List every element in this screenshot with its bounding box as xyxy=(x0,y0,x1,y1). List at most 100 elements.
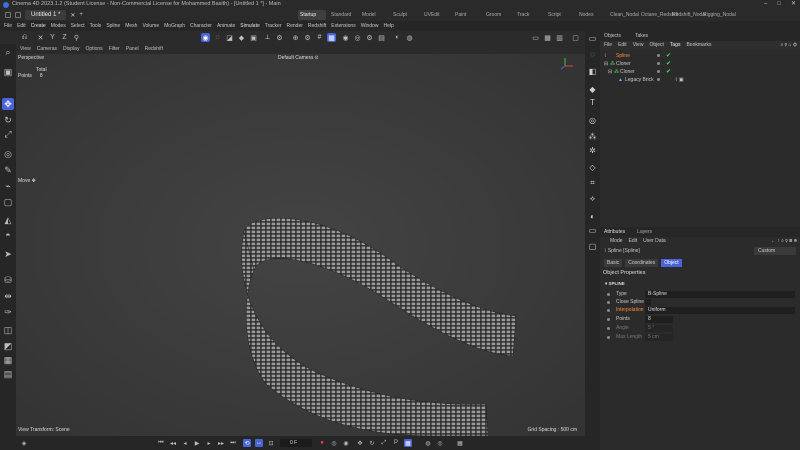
tab-takes[interactable]: Takes xyxy=(635,31,648,41)
layout-octane-redshift[interactable]: Octane_Redshift xyxy=(639,10,678,20)
menu-render[interactable]: Render xyxy=(287,21,307,31)
viewport-menu-display[interactable]: Display xyxy=(63,44,85,54)
x-axis-icon[interactable]: ✕ xyxy=(36,33,45,42)
motion-icon-3[interactable]: ▦ xyxy=(456,439,464,447)
menu-edit[interactable]: Edit xyxy=(17,21,30,31)
snap-icon[interactable]: ⊕ xyxy=(291,33,300,42)
layout-rigging-nodal[interactable]: Rigging_Nodal xyxy=(701,10,736,20)
prop-close-spline[interactable]: Close Spline xyxy=(600,298,800,306)
menu-animate[interactable]: Animate xyxy=(217,21,239,31)
motion-icon-2[interactable]: ◎ xyxy=(436,439,444,447)
objects-menu-tags[interactable]: Tags xyxy=(670,41,687,50)
redshift-render-icon[interactable]: ▤ xyxy=(377,33,386,42)
layout-icon-2[interactable]: ▦ xyxy=(543,33,552,42)
search-icon[interactable]: ⌕ xyxy=(2,46,14,58)
record-icon[interactable]: ● xyxy=(318,439,326,447)
menu-character[interactable]: Character xyxy=(190,21,216,31)
close-tab-icon[interactable]: ✕ xyxy=(70,12,75,19)
menu-simulate[interactable]: Simulate xyxy=(240,21,263,31)
cylinder-icon[interactable]: ⛁ xyxy=(2,274,14,286)
snap-settings-icon[interactable]: ⚙ xyxy=(303,33,312,42)
play-icon[interactable]: ▶ xyxy=(193,439,201,447)
live-selection-icon[interactable]: ◎ xyxy=(2,148,14,160)
layout-track[interactable]: Track xyxy=(515,10,543,20)
goto-start-icon[interactable]: ⏮ xyxy=(157,439,165,447)
viewport[interactable]: Perspective Default Camera ⊙ Total Point… xyxy=(16,54,585,436)
menu-extensions[interactable]: Extensions xyxy=(331,21,359,31)
menu-modes[interactable]: Modes xyxy=(51,21,70,31)
menu-select[interactable]: Select xyxy=(71,21,89,31)
subtab-object[interactable]: Object xyxy=(661,259,682,267)
mode-select[interactable]: Custom xyxy=(754,247,796,255)
objects-menu-view[interactable]: View xyxy=(633,41,650,50)
prev-frame-icon[interactable]: ◂ xyxy=(181,439,189,447)
layout-uvedit[interactable]: UVEdit xyxy=(422,10,450,20)
render-view-icon[interactable]: ◉ xyxy=(341,33,350,42)
menu-tracker[interactable]: Tracker xyxy=(265,21,286,31)
tracer-icon[interactable]: ⟡ xyxy=(587,193,598,204)
uv-mode-icon[interactable]: ▣ xyxy=(249,33,258,42)
layout-icon-3[interactable]: ▥ xyxy=(555,33,564,42)
rotate-tool-icon[interactable]: ↻ xyxy=(2,114,14,126)
quantize-icon[interactable]: ▦ xyxy=(327,33,336,42)
grid-icon[interactable]: ▦ xyxy=(2,354,14,366)
prop-type[interactable]: Type B-Spline xyxy=(600,290,800,298)
text-spline-icon[interactable]: T xyxy=(587,97,598,108)
tab-attributes[interactable]: Attributes xyxy=(604,227,625,237)
render-picture-icon[interactable]: ◎ xyxy=(353,33,362,42)
subtab-coordinates[interactable]: Coordinates xyxy=(625,259,659,267)
light-icon[interactable]: ▢ xyxy=(587,241,598,252)
render-region-icon[interactable]: ▣ xyxy=(2,66,14,78)
tab-document[interactable]: Untitled 1 * xyxy=(25,10,67,20)
layout-startup[interactable]: Startup xyxy=(298,10,326,20)
tab-layers[interactable]: Layers xyxy=(637,227,652,237)
magnet-icon[interactable]: ◓ xyxy=(2,229,14,241)
range-icon[interactable]: ↔ xyxy=(255,439,263,447)
null-object-icon[interactable]: ◌ xyxy=(587,49,598,60)
objects-search-icon[interactable]: ⌕ ⚲ ⌂ ⚙ xyxy=(780,41,800,50)
prop-points[interactable]: Points 8 xyxy=(600,315,800,323)
next-key-icon[interactable]: ▸▸ xyxy=(217,439,225,447)
viewport-menu-options[interactable]: Options xyxy=(85,44,108,54)
goto-end-icon[interactable]: ⏭ xyxy=(229,439,237,447)
menu-volume[interactable]: Volume xyxy=(142,21,163,31)
tab-objects[interactable]: Objects xyxy=(604,31,621,41)
document-icon[interactable] xyxy=(15,12,21,18)
layout-clean-nodal[interactable]: Clean_Nodal xyxy=(608,10,639,20)
menu-redshift[interactable]: Redshift xyxy=(308,21,330,31)
mirror-icon[interactable]: ⇹ xyxy=(2,290,14,302)
cube-3d-icon[interactable]: ◆ xyxy=(587,84,598,95)
key-rotation-icon[interactable]: ↻ xyxy=(368,439,376,447)
subtab-basic[interactable]: Basic xyxy=(604,259,623,267)
viewport-menu-panel[interactable]: Panel xyxy=(126,44,145,54)
viewport-menu-cameras[interactable]: Cameras xyxy=(37,44,63,54)
prev-key-icon[interactable]: ◂◂ xyxy=(169,439,177,447)
key-pla-icon[interactable]: ▦ xyxy=(404,439,412,447)
menu-window[interactable]: Window xyxy=(361,21,383,31)
cube-primitive-icon[interactable]: ◧ xyxy=(587,66,598,77)
menu-create[interactable]: Create xyxy=(31,21,50,31)
layout-redshift-nodal[interactable]: Redshift_Nodal xyxy=(670,10,706,20)
undo-icon[interactable]: ⎌ xyxy=(20,33,29,42)
object-row-spline[interactable]: ⌇ Spline ✔ xyxy=(600,52,800,60)
menu-spline[interactable]: Spline xyxy=(106,21,124,31)
menu-tools[interactable]: Tools xyxy=(90,21,106,31)
render-settings-icon[interactable]: ⚙ xyxy=(365,33,374,42)
interactive-render-icon[interactable]: ◐ xyxy=(393,33,402,42)
spline-pen-icon[interactable]: ✎ xyxy=(2,164,14,176)
object-icon[interactable]: ▢ xyxy=(2,196,14,208)
layout-paint[interactable]: Paint xyxy=(453,10,481,20)
viewport-menu-redshift[interactable]: Redshift xyxy=(145,44,169,54)
layout-groom[interactable]: Groom xyxy=(484,10,512,20)
attributes-menu-edit[interactable]: Edit xyxy=(629,237,644,246)
workplane-icon[interactable]: # xyxy=(315,33,324,42)
layout-nodes[interactable]: Nodes xyxy=(577,10,605,20)
layout-dock-icon[interactable]: ▭ xyxy=(587,33,598,44)
fps-icon[interactable]: ⊡ xyxy=(267,439,275,447)
layout-model[interactable]: Model xyxy=(360,10,388,20)
viewport-menu-view[interactable]: View xyxy=(20,44,37,54)
objects-menu-file[interactable]: File xyxy=(604,41,618,50)
points-mode-icon[interactable]: ◌ xyxy=(213,33,222,42)
menu-mesh[interactable]: Mesh xyxy=(125,21,141,31)
effector-icon[interactable]: ✲ xyxy=(587,145,598,156)
